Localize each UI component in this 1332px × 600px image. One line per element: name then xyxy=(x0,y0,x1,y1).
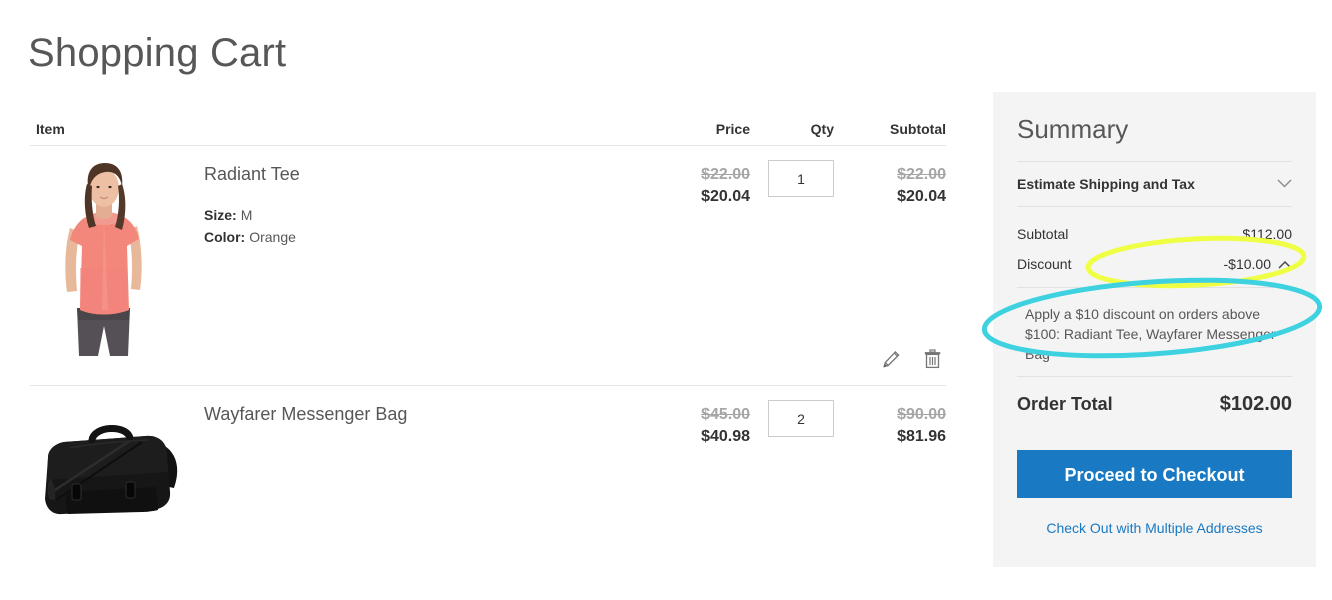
subtotal-original: $22.00 xyxy=(897,166,946,183)
price-original: $22.00 xyxy=(701,166,750,183)
chevron-down-icon xyxy=(1277,175,1292,193)
option-value: M xyxy=(240,206,253,223)
table-row: Radiant Tee Size: M Color: Orange $22.00 $… xyxy=(30,146,946,386)
divider xyxy=(1017,287,1292,289)
product-info: Wayfarer Messenger Bag xyxy=(204,400,407,586)
subtotal-current: $81.96 xyxy=(897,428,946,445)
product-thumbnail-radiant-tee[interactable] xyxy=(30,160,204,385)
subtotal-original: $90.00 xyxy=(897,406,946,423)
product-info: Radiant Tee Size: M Color: Orange xyxy=(204,160,300,385)
price-cell: $22.00 $20.04 xyxy=(640,160,750,385)
price-original: $45.00 xyxy=(701,406,750,423)
column-header-price: Price xyxy=(715,121,750,137)
estimate-shipping-and-tax-toggle[interactable]: Estimate Shipping and Tax xyxy=(1017,162,1292,206)
option-label: Color: xyxy=(204,228,246,245)
discount-description: Apply a $10 discount on orders above $10… xyxy=(1025,306,1276,363)
checkout-multiple-addresses-link[interactable]: Check Out with Multiple Addresses xyxy=(1017,520,1292,536)
price-current: $40.98 xyxy=(701,428,750,445)
totals-list: Subtotal $112.00 Discount -$10.00 xyxy=(1017,207,1292,279)
discount-label: Discount xyxy=(1017,256,1072,273)
price-current: $20.04 xyxy=(701,188,750,205)
subtotal-line: Subtotal $112.00 xyxy=(1017,219,1292,249)
column-header-subtotal: Subtotal xyxy=(890,121,946,137)
order-total-line: Order Total $102.00 xyxy=(1017,387,1292,416)
product-option-color: Color: Orange xyxy=(204,226,300,248)
discount-line[interactable]: Discount -$10.00 xyxy=(1017,249,1292,279)
table-row: Wayfarer Messenger Bag $45.00 $40.98 $90… xyxy=(30,386,946,586)
discount-amount-group[interactable]: -$10.00 xyxy=(1224,249,1292,279)
wayfarer-messenger-bag-image xyxy=(30,400,210,550)
row-actions xyxy=(882,349,942,369)
radiant-tee-image xyxy=(44,160,164,356)
option-label: Size: xyxy=(204,206,237,223)
price-cell: $45.00 $40.98 xyxy=(640,400,750,586)
cart-item-cell: Radiant Tee Size: M Color: Orange xyxy=(30,160,640,385)
page-title: Shopping Cart xyxy=(28,30,287,75)
cart-table-header: Item Price Qty Subtotal xyxy=(30,108,946,146)
column-header-item: Item xyxy=(36,121,65,137)
cart-table: Item Price Qty Subtotal Radiant Tee Size… xyxy=(30,108,946,586)
shopping-cart-page: Shopping Cart Item Price Qty Subtotal Ra… xyxy=(0,0,1332,600)
cart-item-cell: Wayfarer Messenger Bag xyxy=(30,400,640,586)
estimate-shipping-label: Estimate Shipping and Tax xyxy=(1017,176,1195,193)
delete-trash-icon[interactable] xyxy=(923,349,942,369)
edit-pencil-icon[interactable] xyxy=(882,350,901,369)
product-option-size: Size: M xyxy=(204,204,300,226)
order-total-amount: $102.00 xyxy=(1219,393,1292,416)
divider xyxy=(1017,376,1292,378)
product-thumbnail-wayfarer-messenger-bag[interactable] xyxy=(30,400,210,586)
option-value: Orange xyxy=(249,228,296,245)
column-header-qty: Qty xyxy=(810,121,834,137)
qty-cell xyxy=(750,400,846,586)
product-name-link[interactable]: Wayfarer Messenger Bag xyxy=(204,404,407,426)
qty-input[interactable] xyxy=(768,160,834,197)
subtotal-current: $20.04 xyxy=(897,188,946,205)
subtotal-cell: $90.00 $81.96 xyxy=(846,400,946,586)
discount-amount: -$10.00 xyxy=(1223,256,1271,273)
summary-title: Summary xyxy=(1017,114,1129,144)
qty-cell xyxy=(750,160,846,385)
product-name-link[interactable]: Radiant Tee xyxy=(204,164,300,186)
qty-input[interactable] xyxy=(768,400,834,437)
order-total-label: Order Total xyxy=(1017,394,1113,415)
subtotal-label: Subtotal xyxy=(1017,226,1069,243)
proceed-to-checkout-button[interactable]: Proceed to Checkout xyxy=(1017,450,1292,499)
subtotal-amount: $112.00 xyxy=(1242,226,1292,243)
chevron-up-icon[interactable] xyxy=(1278,249,1292,279)
order-summary-panel: Summary Estimate Shipping and Tax Subtot… xyxy=(993,92,1316,567)
